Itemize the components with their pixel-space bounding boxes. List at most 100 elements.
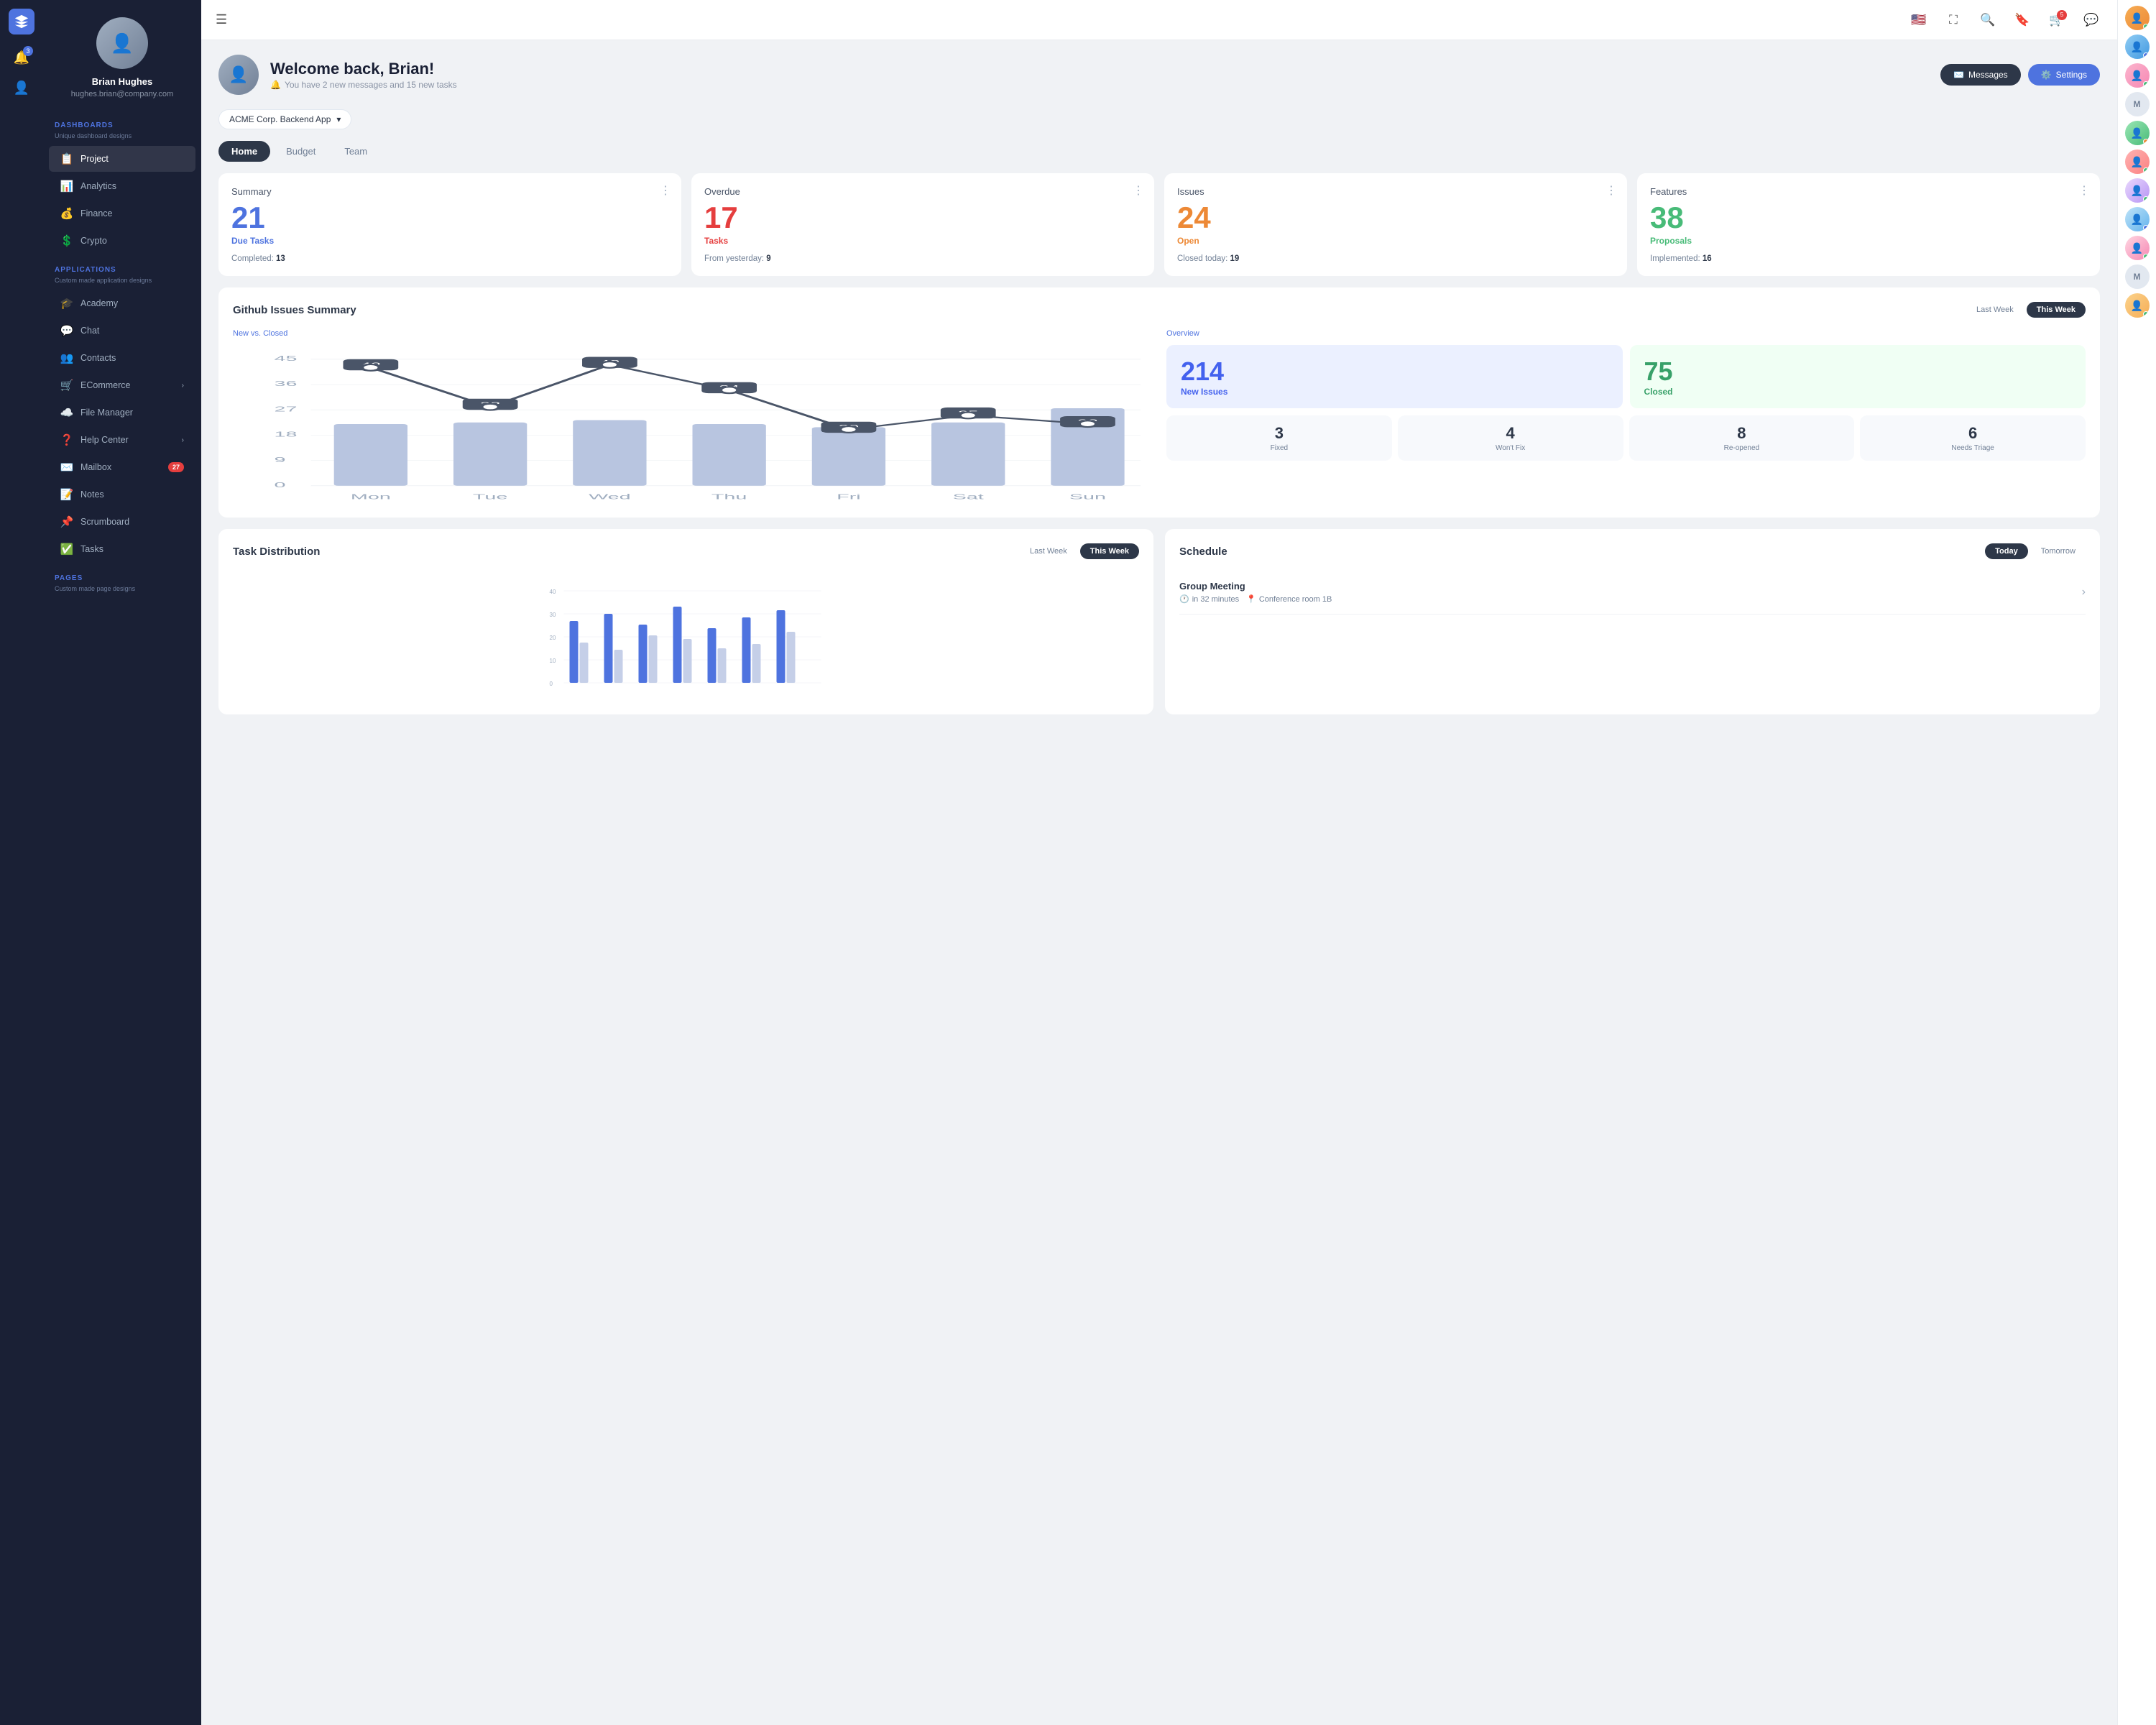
sidebar-item-crypto[interactable]: 💲 Crypto	[49, 228, 195, 254]
sidebar-item-mailbox[interactable]: ✉️ Mailbox 27	[49, 454, 195, 480]
apps-section-sub: Custom made application designs	[43, 277, 201, 290]
svg-text:0: 0	[550, 681, 553, 687]
sidebar-item-label: Contacts	[80, 353, 116, 363]
clock-icon: 🕐	[1179, 594, 1189, 604]
notifications-icon[interactable]: 🔔 3	[9, 45, 34, 70]
avatar-item[interactable]: 👤	[2125, 207, 2150, 231]
chevron-right-icon[interactable]: ›	[2082, 586, 2086, 599]
svg-text:Tue: Tue	[473, 493, 507, 501]
avatar-placeholder[interactable]: M	[2125, 92, 2150, 116]
avatar-item[interactable]: 👤	[2125, 63, 2150, 88]
dashboards-section-label: DASHBOARDS	[43, 110, 201, 132]
sidebar-item-label: Chat	[80, 326, 99, 336]
mini-stat-triage: 6 Needs Triage	[1860, 415, 2086, 461]
tab-team[interactable]: Team	[331, 141, 380, 162]
bookmark-icon[interactable]: 🔖	[2011, 9, 2034, 32]
settings-button[interactable]: ⚙️ Settings	[2028, 64, 2100, 86]
messages-button[interactable]: ✉️ Messages	[1940, 64, 2021, 86]
last-week-button[interactable]: Last Week	[1966, 302, 2024, 318]
project-selector[interactable]: ACME Corp. Backend App ▾	[218, 109, 351, 129]
mini-stat-reopened: 8 Re-opened	[1629, 415, 1855, 461]
stats-row: ⋮ Summary 21 Due Tasks Completed: 13 ⋮ O…	[218, 173, 2100, 276]
stat-card-menu[interactable]: ⋮	[2078, 183, 2090, 198]
user-email: hughes.brian@company.com	[71, 90, 173, 98]
avatar-item[interactable]: 👤	[2125, 34, 2150, 59]
flag-icon[interactable]: 🇺🇸	[1907, 9, 1930, 32]
search-icon[interactable]: 🔍	[1976, 9, 1999, 32]
sidebar-item-analytics[interactable]: 📊 Analytics	[49, 173, 195, 199]
help-icon: ❓	[60, 433, 73, 446]
schedule-location: 📍 Conference room 1B	[1246, 594, 1332, 604]
stat-card-features: ⋮ Features 38 Proposals Implemented: 16	[1637, 173, 2100, 276]
stat-number: 17	[704, 203, 1141, 233]
sidebar-item-scrumboard[interactable]: 📌 Scrumboard	[49, 509, 195, 535]
tab-home[interactable]: Home	[218, 141, 270, 162]
sidebar-item-label: Help Center	[80, 435, 129, 445]
cart-icon[interactable]: 🛒 5	[2045, 9, 2068, 32]
sidebar-item-help-center[interactable]: ❓ Help Center ›	[49, 427, 195, 453]
finance-icon: 💰	[60, 207, 73, 220]
svg-text:Thu: Thu	[711, 493, 747, 501]
stat-card-menu[interactable]: ⋮	[660, 183, 671, 198]
stat-card-menu[interactable]: ⋮	[1606, 183, 1617, 198]
svg-text:40: 40	[550, 589, 556, 595]
sidebar-item-notes[interactable]: 📝 Notes	[49, 482, 195, 507]
tab-budget[interactable]: Budget	[273, 141, 328, 162]
svg-text:Fri: Fri	[837, 493, 861, 501]
schedule-item-info: Group Meeting 🕐 in 32 minutes 📍 Conferen…	[1179, 581, 1332, 604]
hamburger-menu[interactable]: ☰	[216, 12, 227, 27]
schedule-item-meta: 🕐 in 32 minutes 📍 Conference room 1B	[1179, 594, 1332, 604]
mini-stat-number: 6	[1866, 424, 2080, 443]
chevron-right-icon: ›	[182, 382, 184, 390]
welcome-subtitle: 🔔 You have 2 new messages and 15 new tas…	[270, 80, 457, 90]
stat-card-summary: ⋮ Summary 21 Due Tasks Completed: 13	[218, 173, 681, 276]
envelope-icon: ✉️	[1953, 70, 1964, 80]
chat-icon: 💬	[60, 324, 73, 337]
svg-text:10: 10	[550, 658, 556, 664]
message-icon[interactable]: 💬	[2080, 9, 2103, 32]
sidebar-item-label: Academy	[80, 298, 118, 308]
sidebar-item-contacts[interactable]: 👥 Contacts	[49, 345, 195, 371]
fullscreen-icon[interactable]: ⛶	[1942, 9, 1965, 32]
analytics-icon: 📊	[60, 180, 73, 193]
sidebar-item-project[interactable]: 📋 Project	[49, 146, 195, 172]
sidebar-item-academy[interactable]: 🎓 Academy	[49, 290, 195, 316]
sidebar-item-label: Scrumboard	[80, 517, 129, 527]
sidebar-item-tasks[interactable]: ✅ Tasks	[49, 536, 195, 562]
sidebar-item-label: ECommerce	[80, 380, 130, 390]
svg-text:Wed: Wed	[589, 493, 631, 501]
sidebar-item-chat[interactable]: 💬 Chat	[49, 318, 195, 344]
task-last-week-button[interactable]: Last Week	[1020, 543, 1077, 559]
avatar-item[interactable]: 👤	[2125, 6, 2150, 30]
avatar-item[interactable]: 👤	[2125, 293, 2150, 318]
today-button[interactable]: Today	[1985, 543, 2028, 559]
avatar-item[interactable]: 👤	[2125, 150, 2150, 174]
sidebar-item-finance[interactable]: 💰 Finance	[49, 201, 195, 226]
avatar-placeholder[interactable]: M	[2125, 264, 2150, 289]
task-this-week-button[interactable]: This Week	[1080, 543, 1139, 559]
stat-number: 21	[231, 203, 668, 233]
app-logo[interactable]	[9, 9, 34, 34]
stat-card-menu[interactable]: ⋮	[1133, 183, 1144, 198]
sidebar: 👤 Brian Hughes hughes.brian@company.com …	[43, 0, 201, 1725]
sidebar-item-label: Analytics	[80, 181, 116, 191]
welcome-text: Welcome back, Brian! 🔔 You have 2 new me…	[270, 60, 457, 90]
schedule-item: Group Meeting 🕐 in 32 minutes 📍 Conferen…	[1179, 571, 2086, 615]
tomorrow-button[interactable]: Tomorrow	[2031, 543, 2086, 559]
scrumboard-icon: 📌	[60, 515, 73, 528]
github-issues-title: Github Issues Summary	[233, 304, 356, 316]
avatar-item[interactable]: 👤	[2125, 178, 2150, 203]
academy-icon: 🎓	[60, 297, 73, 310]
sidebar-item-label: Crypto	[80, 236, 107, 246]
stat-label: Open	[1177, 236, 1614, 246]
sidebar-item-file-manager[interactable]: ☁️ File Manager	[49, 400, 195, 426]
avatar-item[interactable]: 👤	[2125, 236, 2150, 260]
this-week-button[interactable]: This Week	[2027, 302, 2086, 318]
user-circle-icon[interactable]: 👤	[9, 75, 34, 101]
avatar-item[interactable]: 👤	[2125, 121, 2150, 145]
mini-stat-number: 3	[1172, 424, 1386, 443]
sidebar-item-ecommerce[interactable]: 🛒 ECommerce ›	[49, 372, 195, 398]
right-avatar-bar: 👤 👤 👤 M 👤 👤 👤 👤 👤 M 👤	[2117, 0, 2156, 1725]
stat-title: Summary	[231, 186, 668, 197]
online-dot	[2143, 311, 2149, 317]
